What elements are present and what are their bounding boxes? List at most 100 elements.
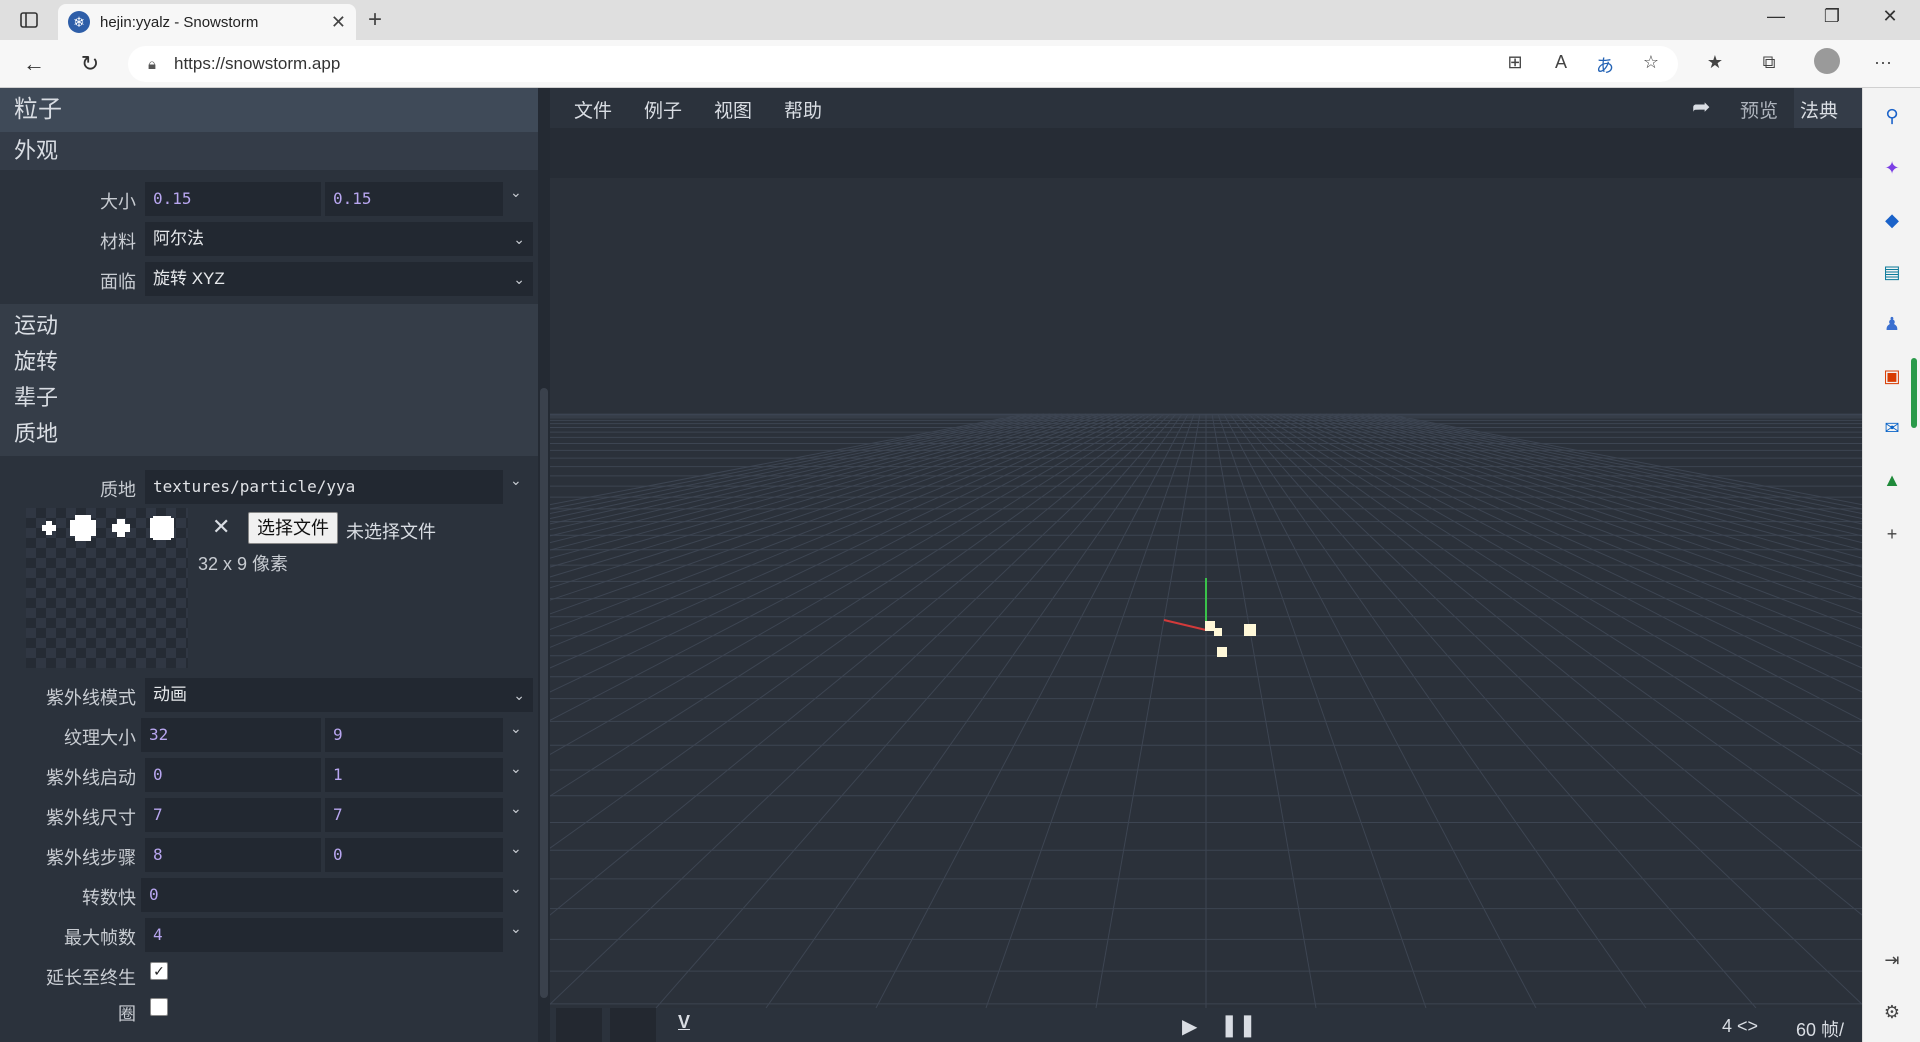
tab-preview[interactable]: 预览 [1740,96,1778,123]
menu-file[interactable]: 文件 [574,96,612,123]
section-lifetime[interactable]: 辈子 [0,380,538,416]
chevron-down-icon[interactable]: ⌄ [510,880,522,897]
choose-file-button[interactable]: 选择文件 [248,512,338,544]
texture-width-input[interactable]: 32 [141,718,321,752]
grid-line [1295,413,1862,631]
frame-counter[interactable]: 4 <> [1722,1016,1758,1037]
collections-icon[interactable]: ⧉ [1756,52,1782,73]
uv-step-label: 紫外线步骤 [46,848,136,868]
snowflake-icon: ❄ [68,11,90,33]
fps-input[interactable]: 0 [141,878,503,912]
facing-row: 面临 旋转 XYZ ⌄ [0,258,538,298]
size-x-input[interactable]: 0.15 [145,182,321,216]
clear-texture-icon[interactable]: ✕ [212,514,230,540]
fps-counter: 60 帧/ [1796,1020,1845,1040]
uv-step-x-input[interactable]: 8 [145,838,321,872]
material-row: 材料 阿尔法 ⌄ [0,218,538,258]
texture-path-input[interactable]: textures/particle/yya [145,470,503,504]
texture-upload-area: ✕ 选择文件 未选择文件 32 x 9 像素 [0,508,538,674]
back-icon[interactable]: ← [20,50,48,78]
window-close-icon[interactable]: ✕ [1870,6,1910,27]
tab-actions-icon[interactable] [18,9,40,31]
chevron-down-icon[interactable]: ⌄ [510,760,522,777]
games-icon[interactable]: ♟ [1880,312,1904,336]
section-appearance[interactable]: 外观 [0,132,538,170]
uv-size-row: 紫外线尺寸 7 7 ⌄ [0,794,538,834]
uv-mode-row: 紫外线模式 动画 ⌄ [0,674,538,714]
chevron-down-icon[interactable]: ⌄ [510,800,522,817]
stretch-checkbox[interactable]: ✓ [150,962,168,980]
section-rotation[interactable]: 旋转 [0,344,538,380]
facing-select[interactable]: 旋转 XYZ ⌄ [145,262,533,296]
loop-checkbox[interactable] [150,998,168,1016]
outlook-icon[interactable]: ✉ [1880,416,1904,440]
hide-sidebar-icon[interactable]: ⇥ [1880,948,1904,972]
settings-gear-icon[interactable]: ⚙ [1880,1000,1904,1024]
particle-sprite [1205,621,1215,631]
new-tab-icon[interactable]: + [368,6,382,34]
menu-view[interactable]: 视图 [714,96,752,123]
preview-viewport[interactable] [550,178,1862,1008]
tab-title: hejin:yyalz - Snowstorm [100,13,259,31]
restore-icon[interactable]: ❐ [1812,6,1852,27]
checkmark-icon: ✓ [153,963,165,979]
url-text: https://snowstorm.app [173,54,341,73]
uv-size-label: 紫外线尺寸 [46,808,136,828]
section-texture[interactable]: 质地 [0,416,538,452]
translate-icon[interactable]: あ [1592,52,1618,78]
uv-size-x-input[interactable]: 7 [145,798,321,832]
tools-icon[interactable]: ▤ [1880,260,1904,284]
profile-avatar[interactable] [1814,48,1840,79]
bottom-slot-1[interactable] [556,1008,602,1042]
chevron-down-icon[interactable]: ⌄ [510,720,522,737]
section-particle[interactable]: 粒子 [0,88,538,132]
add-sidebar-icon[interactable]: + [1880,522,1904,546]
pause-icon[interactable]: ❚❚ [1220,1012,1257,1038]
size-y-input[interactable]: 0.15 [325,182,503,216]
browser-tab[interactable]: ❄ hejin:yyalz - Snowstorm ✕ [58,4,356,40]
favorites-icon[interactable]: ★ [1702,52,1728,73]
panel-scroll-thumb[interactable] [540,388,548,998]
collapse-icon[interactable]: V [678,1012,690,1033]
close-icon[interactable]: ✕ [331,12,346,33]
url-input[interactable]: 🔒︎ https://snowstorm.app [128,46,1678,82]
menu-help[interactable]: 帮助 [784,96,822,123]
minimize-icon[interactable]: — [1756,6,1796,27]
tab-codex[interactable]: 法典 [1800,96,1838,123]
texture-dimensions: 32 x 9 像素 [198,554,289,574]
shopping-icon[interactable]: ◆ [1880,208,1904,232]
refresh-icon[interactable]: ↻ [76,50,104,78]
menu-examples[interactable]: 例子 [644,96,682,123]
read-aloud-icon[interactable]: A [1548,52,1574,73]
uv-start-y-input[interactable]: 1 [325,758,503,792]
chevron-down-icon[interactable]: ⌄ [510,920,522,937]
app-available-icon[interactable]: ⊞ [1502,52,1528,73]
uv-start-x-input[interactable]: 0 [145,758,321,792]
office-icon[interactable]: ▣ [1880,364,1904,388]
share-icon[interactable]: ➦ [1692,94,1710,120]
ground-grid [550,413,1862,1008]
panel-scrollbar[interactable] [538,88,550,1042]
more-menu-icon[interactable]: ··· [1870,52,1896,73]
play-icon[interactable]: ▶ [1182,1014,1197,1039]
tree-icon[interactable]: ▲ [1880,468,1904,492]
uv-size-y-input[interactable]: 7 [325,798,503,832]
uv-step-y-input[interactable]: 0 [325,838,503,872]
search-icon[interactable]: ⚲ [1880,104,1904,128]
bottom-slot-2[interactable] [610,1008,656,1042]
uv-mode-select[interactable]: 动画 ⌄ [145,678,533,712]
chevron-down-icon[interactable]: ⌄ [510,184,522,201]
copilot-icon[interactable]: ✦ [1880,156,1904,180]
texture-height-input[interactable]: 9 [325,718,503,752]
max-frame-input[interactable]: 4 [145,918,503,952]
add-favorite-icon[interactable]: ☆ [1638,52,1664,73]
uv-mode-label: 紫外线模式 [46,688,136,708]
material-select[interactable]: 阿尔法 ⌄ [145,222,533,256]
section-motion[interactable]: 运动 [0,308,538,344]
chevron-down-icon[interactable]: ⌄ [510,472,522,489]
grid-line [550,413,1111,615]
viewport-toolbar [550,128,1862,178]
chevron-down-icon[interactable]: ⌄ [510,840,522,857]
chevron-down-icon: ⌄ [513,271,525,287]
grid-line [655,413,1177,1008]
